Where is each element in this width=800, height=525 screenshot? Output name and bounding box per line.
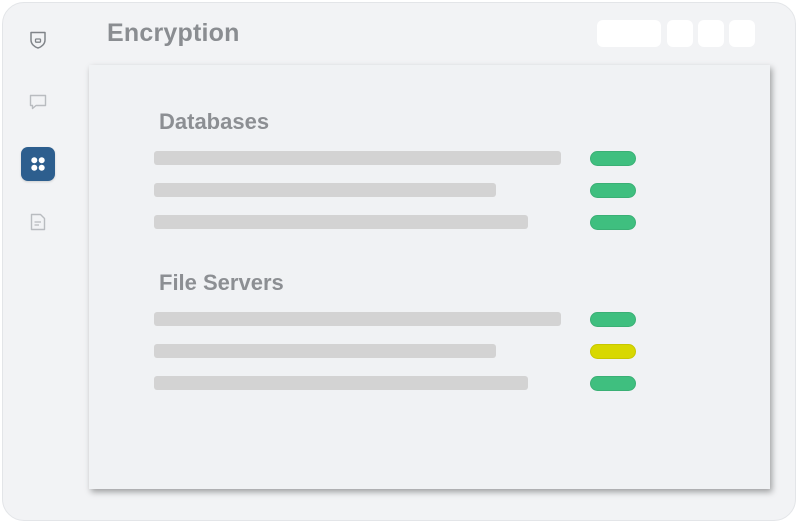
database-row-1[interactable]	[154, 151, 561, 165]
sidebar-item-documents[interactable]	[21, 205, 55, 239]
database-row-2-status	[590, 183, 636, 198]
document-icon	[28, 212, 48, 232]
toolbar-wide-button[interactable]	[597, 20, 661, 47]
sidebar-item-messages[interactable]	[21, 85, 55, 119]
database-row-1-status	[590, 151, 636, 166]
toolbar-square-button-1[interactable]	[667, 20, 693, 47]
apps-grid-icon	[28, 154, 48, 174]
page-title: Encryption	[107, 19, 240, 47]
database-row-3-status	[590, 215, 636, 230]
file-server-row-3-status	[590, 376, 636, 391]
sidebar-item-security[interactable]	[21, 23, 55, 57]
database-row-2[interactable]	[154, 183, 496, 197]
database-row-3[interactable]	[154, 215, 528, 229]
sidebar-item-apps[interactable]	[21, 147, 55, 181]
shield-icon	[28, 30, 48, 50]
file-server-row-2-status	[590, 344, 636, 359]
toolbar-square-button-3[interactable]	[729, 20, 755, 47]
file-server-row-1-status	[590, 312, 636, 327]
file-server-row-2[interactable]	[154, 344, 496, 358]
toolbar-square-button-2[interactable]	[698, 20, 724, 47]
section-title-databases: Databases	[159, 109, 270, 134]
section-title-file-servers: File Servers	[159, 270, 284, 295]
chat-bubble-icon	[28, 92, 48, 112]
app-window: Encryption Databases File Servers	[2, 2, 796, 521]
file-server-row-3[interactable]	[154, 376, 528, 390]
main-panel: Databases File Servers	[89, 65, 770, 489]
file-server-row-1[interactable]	[154, 312, 561, 326]
